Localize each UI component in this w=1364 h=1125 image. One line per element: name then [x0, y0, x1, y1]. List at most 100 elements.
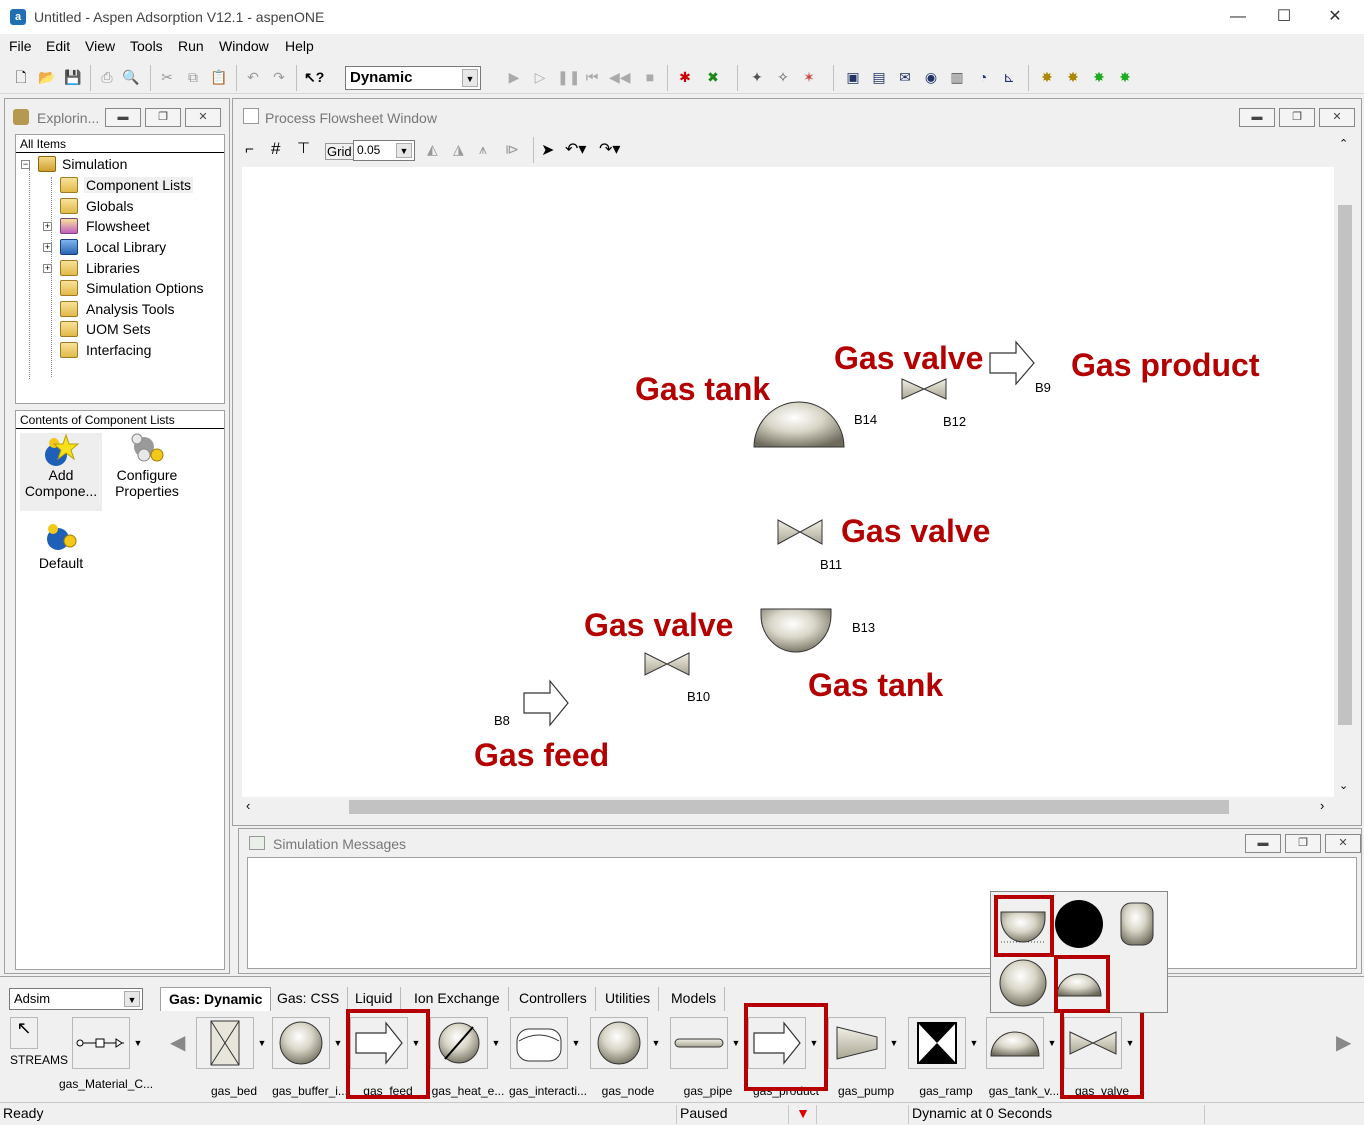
tab-models[interactable]: Models [663, 987, 726, 1011]
panel-minimize-button[interactable]: ▬ [1245, 834, 1281, 853]
check-specification-icon[interactable]: ✖ [704, 68, 722, 86]
notes-icon[interactable]: ▤ [870, 68, 888, 86]
optimization-icon[interactable]: ✶ [800, 68, 818, 86]
menu-window[interactable]: Window [219, 38, 269, 54]
scroll-right-icon[interactable]: ▶ [1336, 1017, 1351, 1069]
snapshot-manage-icon[interactable]: ✸ [1116, 68, 1134, 86]
chevron-down-icon[interactable]: ▼ [330, 1017, 346, 1069]
paste-icon[interactable]: 📋 [210, 68, 228, 86]
copy-icon[interactable]: ⧉ [184, 68, 202, 86]
rotate-right-icon[interactable]: ◮ [453, 141, 464, 158]
snapshot-restore-icon[interactable]: ✸ [1090, 68, 1108, 86]
tab-utilities[interactable]: Utilities [597, 987, 660, 1011]
chevron-down-icon[interactable]: ▼ [488, 1017, 504, 1069]
print-icon[interactable]: ⎙ [98, 68, 116, 86]
gas-valve-b12[interactable] [901, 378, 947, 400]
panel-close-button[interactable]: ✕ [185, 108, 221, 127]
horizontal-scrollbar[interactable]: ‹ › [242, 797, 1334, 817]
menu-file[interactable]: File [9, 38, 32, 54]
tree-item-globals[interactable]: Globals [86, 198, 133, 214]
step-icon[interactable]: ▷ [531, 68, 549, 86]
save-icon[interactable]: 💾 [64, 68, 82, 86]
panel-close-button[interactable]: ✕ [1319, 108, 1355, 127]
collapse-icon[interactable]: − [21, 160, 30, 169]
menu-run[interactable]: Run [178, 38, 204, 54]
menu-view[interactable]: View [85, 38, 115, 54]
select-pointer-button[interactable]: ↖ [10, 1017, 38, 1049]
gas-product-b9[interactable] [989, 340, 1035, 386]
panel-restore-button[interactable]: ❐ [1279, 108, 1315, 127]
chevron-down-icon[interactable]: ▼ [568, 1017, 584, 1069]
tree-item-analysis-tools[interactable]: Analysis Tools [86, 301, 174, 317]
gas-tank-b13[interactable] [760, 608, 832, 653]
rewind-icon[interactable]: ◀◀ [609, 68, 631, 86]
tree-item-libraries[interactable]: Libraries [86, 260, 140, 276]
minimize-button[interactable]: — [1215, 2, 1261, 32]
tools-icon[interactable]: ✦ [748, 68, 766, 86]
tab-ion-exchange[interactable]: Ion Exchange [406, 987, 509, 1011]
tank-ball-option[interactable] [995, 954, 1051, 1012]
close-button[interactable]: ✕ [1312, 2, 1358, 32]
horizontal-scroll-thumb[interactable] [349, 800, 1229, 814]
pointer-icon[interactable]: ➤ [541, 140, 554, 160]
flowsheet-canvas[interactable]: B14 B12 B9 B11 B13 B10 B8 Gas tank Gas v… [242, 167, 1334, 797]
library-select[interactable]: Adsim ▼ [9, 988, 143, 1010]
configure-properties-item[interactable]: Configure Properties [108, 433, 186, 511]
tree-item-component-lists[interactable]: Component Lists [84, 177, 194, 193]
chevron-down-icon[interactable]: ▼ [966, 1017, 982, 1069]
chevron-down-icon[interactable]: ▼ [728, 1017, 744, 1069]
chart-icon[interactable]: ⊾ [1000, 68, 1018, 86]
restart-icon[interactable]: ⏮ [583, 68, 601, 86]
maximize-button[interactable]: ☐ [1261, 2, 1307, 32]
panel-minimize-button[interactable]: ▬ [105, 108, 141, 127]
expand-icon[interactable]: + [43, 243, 52, 252]
panel-restore-button[interactable]: ❐ [145, 108, 181, 127]
undo-icon[interactable]: ↶▾ [565, 139, 586, 159]
gas-valve-b11[interactable] [777, 519, 823, 545]
menu-edit[interactable]: Edit [46, 38, 70, 54]
chevron-down-icon[interactable]: ▼ [648, 1017, 664, 1069]
snap-icon[interactable]: ⊤ [297, 139, 310, 157]
tree-item-simulation[interactable]: Simulation [62, 156, 127, 172]
material-stream-button[interactable] [72, 1017, 130, 1069]
scroll-up-icon[interactable]: ⌃ [1339, 137, 1348, 150]
mirror-icon[interactable]: ⧐ [505, 141, 519, 158]
specification-status-icon[interactable]: ✱ [676, 68, 694, 86]
tank-cylinder-option[interactable] [1109, 895, 1165, 953]
menu-help[interactable]: Help [285, 38, 314, 54]
panel-restore-button[interactable]: ❐ [1285, 834, 1321, 853]
redo-icon[interactable]: ↷ [270, 68, 288, 86]
chevron-down-icon[interactable]: ▼ [886, 1017, 902, 1069]
tree-item-local-library[interactable]: Local Library [86, 239, 166, 255]
print-preview-icon[interactable]: 🔍 [122, 68, 140, 86]
scroll-left-icon[interactable]: ‹ [246, 798, 250, 813]
grid-size-select[interactable]: 0.05 ▼ [353, 140, 415, 161]
grid-icon[interactable]: # [271, 139, 280, 159]
chevron-down-icon[interactable]: ▼ [254, 1017, 270, 1069]
tree-item-flowsheet[interactable]: Flowsheet [86, 218, 150, 234]
tab-liquid[interactable]: Liquid [347, 987, 402, 1011]
chevron-down-icon[interactable]: ▼ [130, 1017, 146, 1069]
gas-tank-b14[interactable] [753, 401, 845, 448]
default-item[interactable]: Default [20, 521, 102, 581]
open-folder-icon[interactable]: 📂 [38, 68, 56, 86]
redo-icon[interactable]: ↷▾ [599, 139, 620, 159]
tab-controllers[interactable]: Controllers [511, 987, 596, 1011]
menu-tools[interactable]: Tools [130, 38, 163, 54]
snapshot-icon[interactable]: ✸ [1038, 68, 1056, 86]
rotate-left-icon[interactable]: ◭ [427, 141, 438, 158]
library-icon[interactable]: ▥ [948, 68, 966, 86]
tree-item-uom-sets[interactable]: UOM Sets [86, 321, 151, 337]
scroll-right-icon[interactable]: › [1320, 798, 1324, 813]
scroll-left-icon[interactable]: ◀ [170, 1017, 185, 1069]
panel-minimize-button[interactable]: ▬ [1239, 108, 1275, 127]
run-mode-select[interactable]: Dynamic ▼ [345, 66, 481, 90]
tree-item-interfacing[interactable]: Interfacing [86, 342, 151, 358]
monitor-icon[interactable]: ◉ [922, 68, 940, 86]
gas-feed-b8[interactable] [523, 679, 569, 727]
undo-icon[interactable]: ↶ [244, 68, 262, 86]
align-icon[interactable]: ⌐ [245, 141, 254, 158]
run-icon[interactable]: ▶ [505, 68, 523, 86]
whats-this-help-icon[interactable]: ↖? [304, 68, 324, 86]
pause-icon[interactable]: ❚❚ [557, 68, 580, 86]
